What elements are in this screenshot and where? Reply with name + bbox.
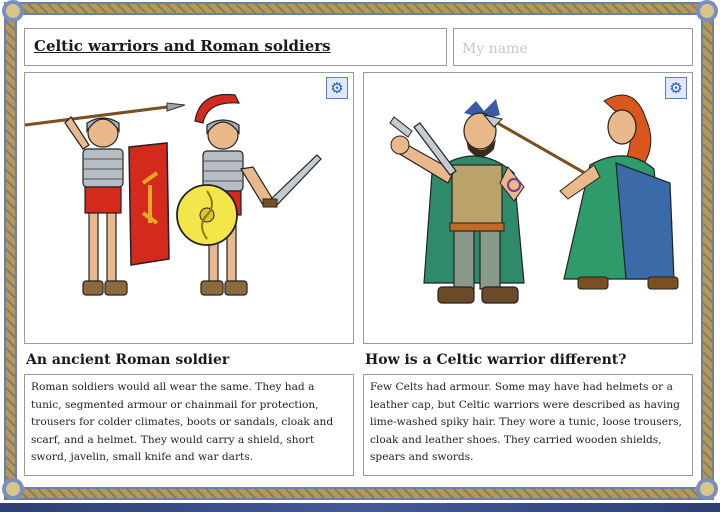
- roman-soldier-1: [64, 116, 170, 296]
- celtic-warrior-text-box[interactable]: Few Celts had armour. Some may have had …: [363, 374, 693, 476]
- bottom-strip: [0, 503, 720, 512]
- name-box[interactable]: [453, 28, 693, 66]
- celtic-warrior-female: [559, 94, 679, 290]
- gear-icon: ⚙: [330, 78, 344, 97]
- title-box: Celtic warriors and Roman soldiers: [24, 28, 447, 66]
- gear-icon: ⚙: [669, 78, 683, 97]
- celtic-warriors-image-panel: ⚙: [363, 72, 693, 344]
- roman-soldier-heading: An ancient Roman soldier: [26, 352, 230, 368]
- right-panel-settings-button[interactable]: ⚙: [665, 77, 687, 99]
- left-panel-settings-button[interactable]: ⚙: [326, 77, 348, 99]
- corner-knot-icon: [696, 478, 718, 500]
- celtic-warrior-male: [389, 99, 525, 304]
- corner-knot-icon: [2, 478, 24, 500]
- name-input[interactable]: [462, 41, 684, 57]
- roman-soldiers-image-panel: ⚙: [24, 72, 354, 344]
- celtic-warrior-description: Few Celts had armour. Some may have had …: [370, 381, 682, 463]
- corner-knot-icon: [2, 0, 24, 22]
- roman-soldiers-illustration: [25, 93, 322, 296]
- worksheet-title: Celtic warriors and Roman soldiers: [34, 37, 331, 55]
- roman-soldier-description: Roman soldiers would all wear the same. …: [31, 381, 334, 463]
- roman-soldier-2: [176, 93, 322, 296]
- celtic-warriors-illustration: [389, 94, 679, 304]
- celtic-warrior-heading: How is a Celtic warrior different?: [365, 352, 627, 368]
- roman-soldier-text-box[interactable]: Roman soldiers would all wear the same. …: [24, 374, 354, 476]
- corner-knot-icon: [696, 0, 718, 22]
